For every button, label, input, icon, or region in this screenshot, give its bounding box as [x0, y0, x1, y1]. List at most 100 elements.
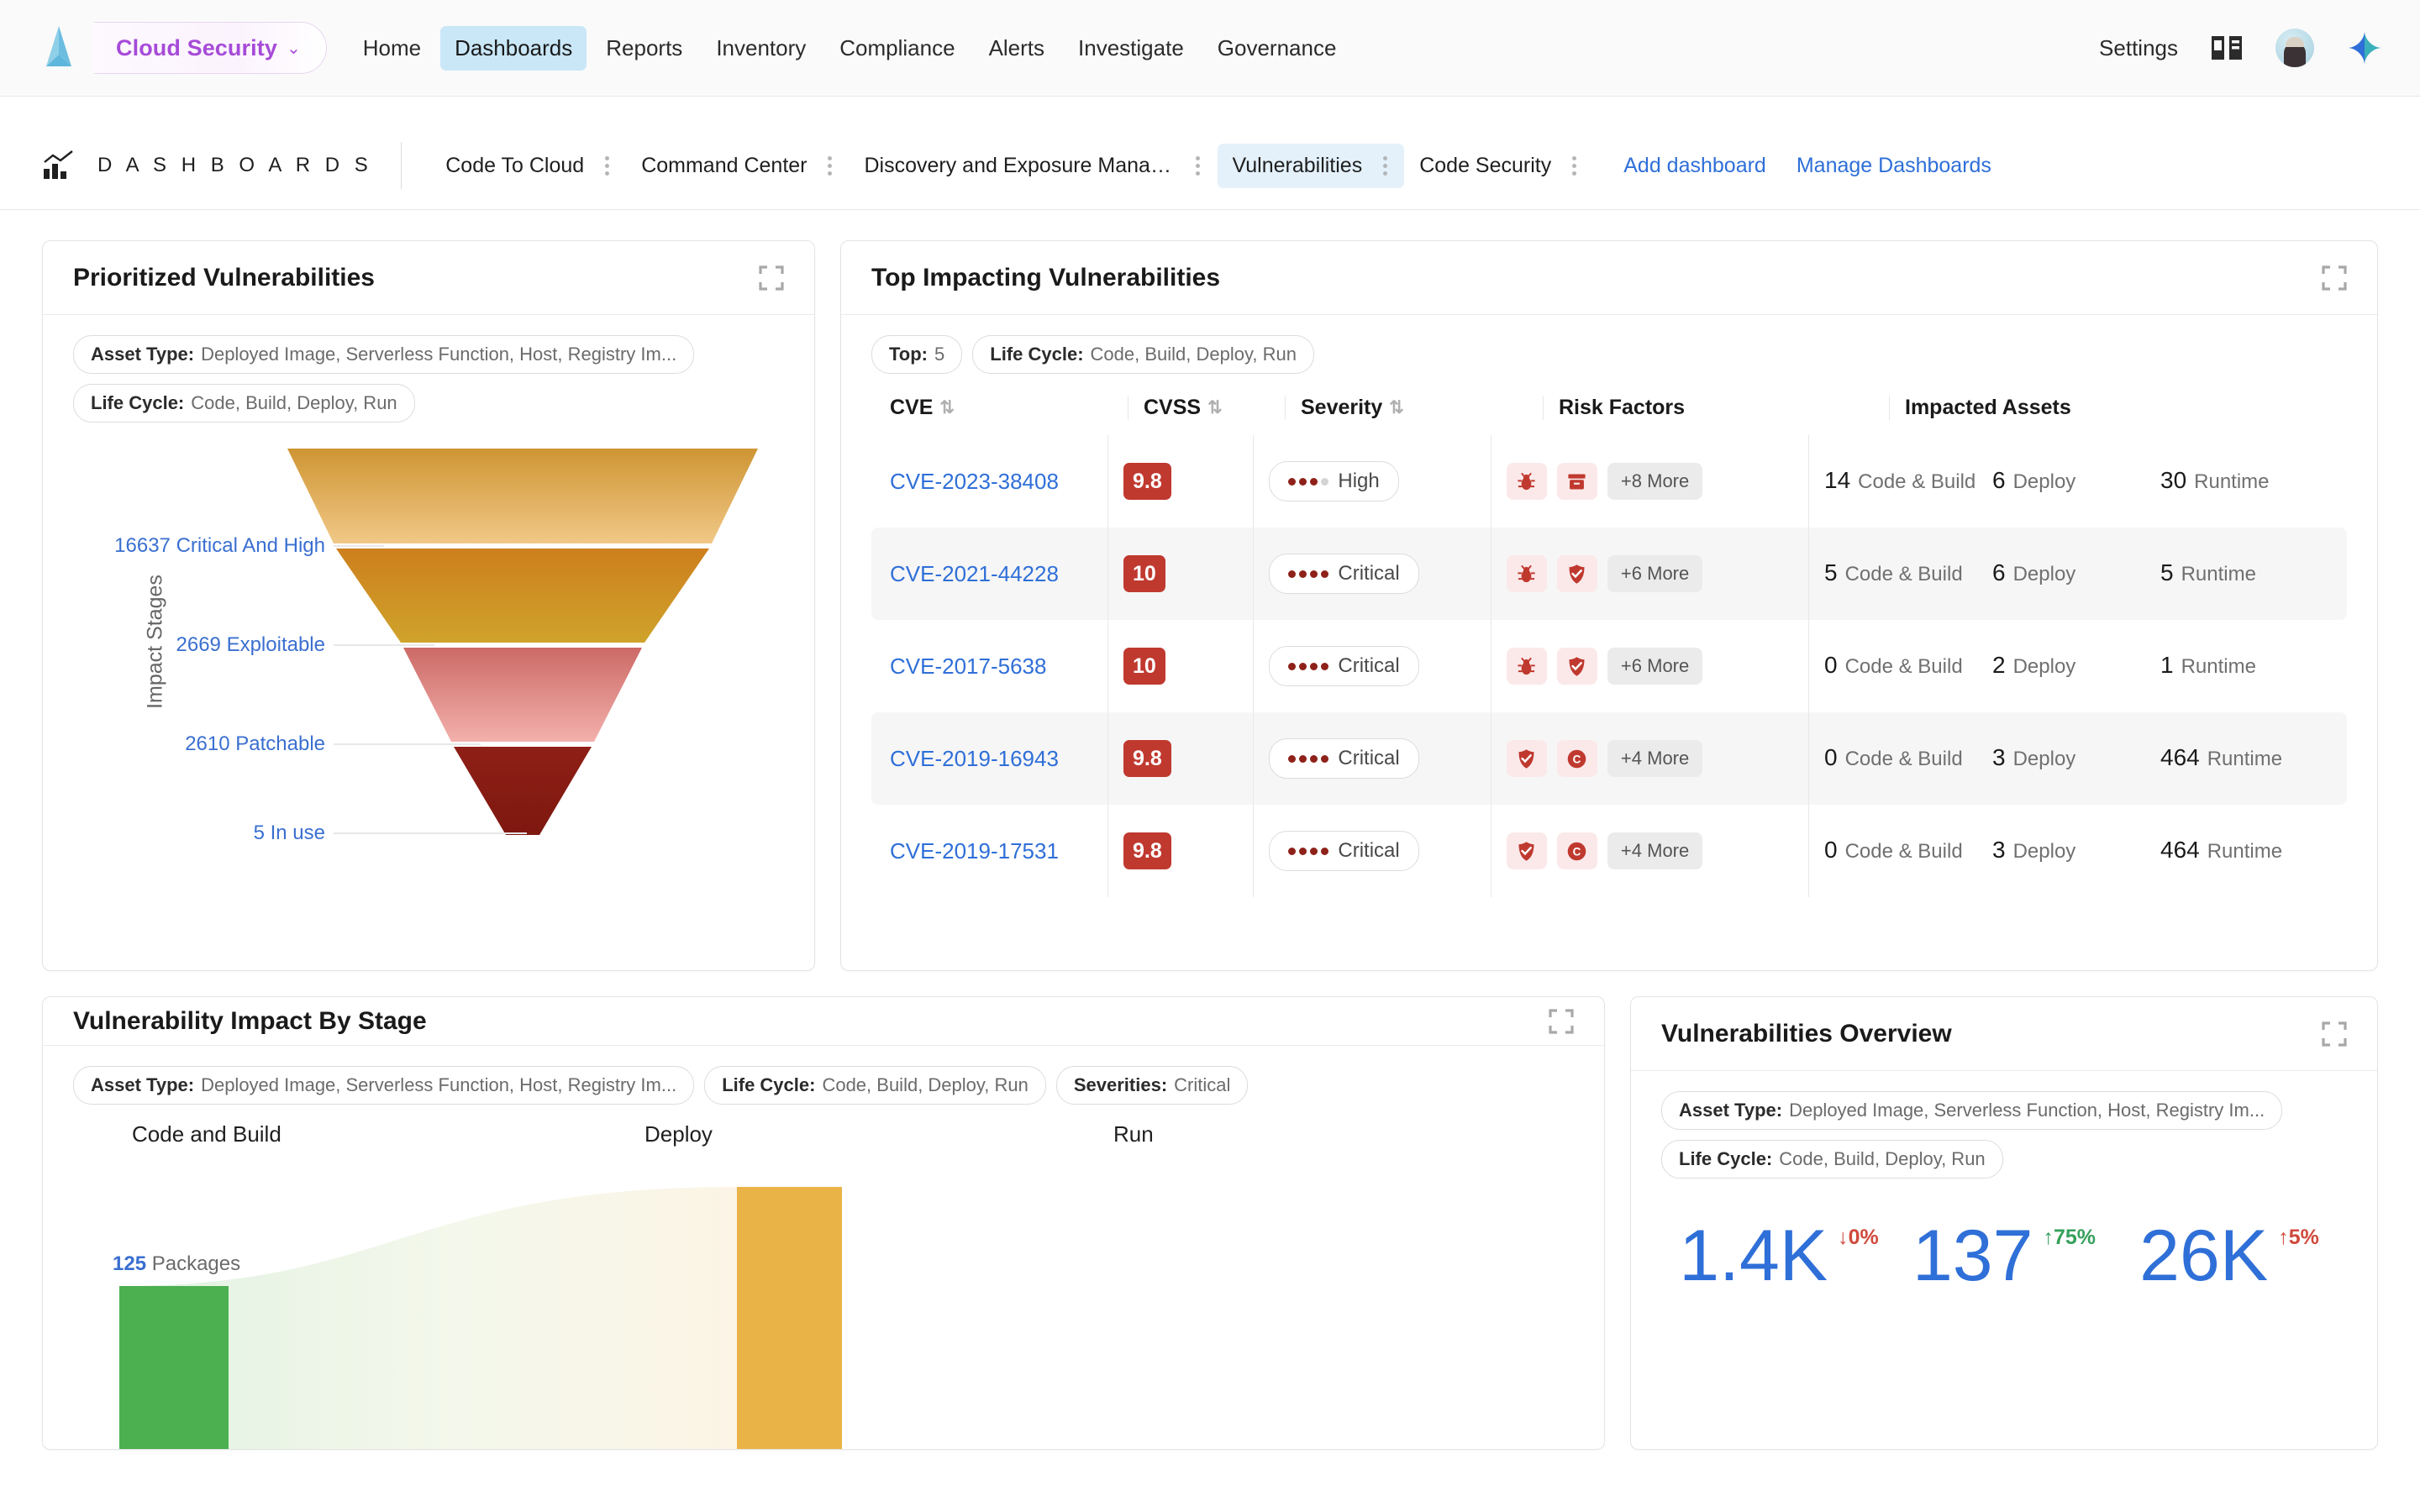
svg-text:C: C — [1573, 753, 1581, 765]
column-header-cvss[interactable]: CVSS ⇅ — [1144, 396, 1270, 420]
more-risk-factors[interactable]: +6 More — [1607, 648, 1702, 685]
package-icon[interactable] — [1557, 463, 1597, 500]
risk-factors: +6 More — [1507, 648, 1793, 685]
nav-item-investigate[interactable]: Investigate — [1064, 26, 1198, 71]
kpi-delta-value: 75% — [2054, 1226, 2096, 1249]
filter-chip-asset-type[interactable]: Asset Type: Deployed Image, Serverless F… — [1661, 1091, 2282, 1130]
c-circle-icon[interactable]: C — [1557, 740, 1597, 777]
table-row[interactable]: CVE-2019-17531 9.8 Critical — [871, 805, 2347, 897]
c-circle-icon[interactable]: C — [1557, 832, 1597, 869]
nav-item-alerts[interactable]: Alerts — [975, 26, 1059, 71]
kpi-critical[interactable]: 1.4K ↓0% — [1666, 1222, 1891, 1291]
kebab-menu-icon[interactable] — [819, 156, 841, 176]
documentation-book-icon[interactable] — [2210, 34, 2244, 62]
user-avatar[interactable] — [2275, 29, 2314, 67]
stage-headers: Code and Build Deploy Run — [73, 1121, 1574, 1160]
severity-badge: High — [1269, 461, 1398, 501]
label: Runtime — [2181, 561, 2256, 588]
add-dashboard-link[interactable]: Add dashboard — [1623, 154, 1766, 178]
funnel-label-in-use: 5 In use — [98, 822, 325, 845]
svg-text:C: C — [1573, 845, 1581, 858]
expand-icon[interactable] — [2322, 1021, 2347, 1047]
filter-chip-life-cycle[interactable]: Life Cycle: Code, Build, Deploy, Run — [972, 335, 1314, 374]
column-header-severity[interactable]: Severity ⇅ — [1301, 396, 1528, 420]
more-risk-factors[interactable]: +4 More — [1607, 832, 1702, 869]
dashboard-tab-label: Discovery and Exposure Managem... — [865, 154, 1176, 178]
filter-chip-life-cycle[interactable]: Life Cycle: Code, Build, Deploy, Run — [1661, 1140, 2003, 1179]
filter-chip-top[interactable]: Top: 5 — [871, 335, 962, 374]
filter-chip-severities[interactable]: Severities: Critical — [1056, 1066, 1249, 1105]
more-risk-factors[interactable]: +4 More — [1607, 740, 1702, 777]
panel-header: Prioritized Vulnerabilities — [43, 241, 814, 315]
nav-item-home[interactable]: Home — [349, 26, 435, 71]
top-navigation-bar: Cloud Security ⌄ Home Dashboards Reports… — [0, 0, 2420, 97]
funnel-chart: Impact Stages — [73, 444, 784, 839]
label: Runtime — [2194, 469, 2269, 496]
bug-icon[interactable] — [1507, 463, 1547, 500]
table-row[interactable]: CVE-2023-38408 9.8 High — [871, 435, 2347, 528]
tenant-selector[interactable]: Cloud Security ⌄ — [94, 22, 327, 74]
column-header-cve[interactable]: CVE ⇅ — [890, 396, 1113, 420]
stage-label-deploy: Deploy — [644, 1121, 713, 1147]
label: Code & Build — [1858, 469, 1975, 496]
value: 1 — [2160, 652, 2174, 679]
nav-item-dashboards[interactable]: Dashboards — [440, 26, 587, 71]
impacted-deploy: 6 Deploy — [1992, 559, 2160, 588]
table-row[interactable]: CVE-2021-44228 10 Critical — [871, 528, 2347, 620]
chip-key: Life Cycle: — [91, 392, 184, 414]
cve-link[interactable]: CVE-2019-16943 — [890, 746, 1059, 771]
funnel-stage-name: Critical And High — [176, 534, 325, 557]
check-shield-icon[interactable] — [1507, 832, 1547, 869]
bug-icon[interactable] — [1507, 648, 1547, 685]
cve-link[interactable]: CVE-2023-38408 — [890, 469, 1059, 494]
dashboard-tab-code-security[interactable]: Code Security — [1404, 144, 1593, 188]
nav-item-governance[interactable]: Governance — [1203, 26, 1351, 71]
cve-link[interactable]: CVE-2017-5638 — [890, 654, 1046, 679]
cve-link[interactable]: CVE-2021-44228 — [890, 561, 1059, 586]
kebab-menu-icon[interactable] — [1187, 156, 1209, 176]
ai-assistant-sparkle-icon[interactable] — [2346, 29, 2383, 66]
kpi-total[interactable]: 26K ↑5% — [2117, 1222, 2342, 1291]
impacted-runtime: 1 Runtime — [2160, 652, 2328, 680]
widget-row-1: Prioritized Vulnerabilities Asset Type: … — [42, 240, 2378, 971]
dashboard-tab-vulnerabilities[interactable]: Vulnerabilities — [1218, 144, 1405, 188]
sort-icon: ⇅ — [939, 397, 953, 418]
cve-link[interactable]: CVE-2019-17531 — [890, 838, 1059, 864]
more-risk-factors[interactable]: +8 More — [1607, 463, 1702, 500]
nav-item-compliance[interactable]: Compliance — [825, 26, 969, 71]
kpi-exploitable[interactable]: 137 ↑75% — [1891, 1222, 2117, 1291]
nav-item-inventory[interactable]: Inventory — [702, 26, 820, 71]
check-shield-icon[interactable] — [1557, 648, 1597, 685]
chip-value: Code, Build, Deploy, Run — [191, 392, 397, 414]
impacted-code-build: 0 Code & Build — [1824, 652, 1992, 680]
settings-link[interactable]: Settings — [2099, 35, 2178, 61]
filter-chip-life-cycle[interactable]: Life Cycle: Code, Build, Deploy, Run — [73, 384, 415, 423]
app-logo[interactable] — [29, 18, 89, 78]
value: 6 — [1992, 467, 2006, 494]
nav-item-reports[interactable]: Reports — [592, 26, 697, 71]
impacted-assets: 5 Code & Build 6 Deploy 5 Runtime — [1824, 559, 2328, 588]
table-row[interactable]: CVE-2017-5638 10 Critical — [871, 620, 2347, 712]
dashboard-tab-code-to-cloud[interactable]: Code To Cloud — [430, 144, 626, 188]
divider — [1253, 435, 1254, 528]
more-risk-factors[interactable]: +6 More — [1607, 555, 1702, 592]
page-title: Vulnerability Impact By Stage — [73, 1007, 427, 1036]
kebab-menu-icon[interactable] — [1563, 156, 1585, 176]
kebab-menu-icon[interactable] — [1374, 156, 1396, 176]
filter-chip-life-cycle[interactable]: Life Cycle: Code, Build, Deploy, Run — [704, 1066, 1046, 1105]
expand-icon[interactable] — [759, 265, 784, 291]
filter-chip-asset-type[interactable]: Asset Type: Deployed Image, Serverless F… — [73, 1066, 694, 1105]
table-row[interactable]: CVE-2019-16943 9.8 Critical — [871, 712, 2347, 805]
expand-icon[interactable] — [2322, 265, 2347, 291]
check-shield-icon[interactable] — [1557, 555, 1597, 592]
expand-icon[interactable] — [1549, 1009, 1574, 1034]
filter-chip-asset-type[interactable]: Asset Type: Deployed Image, Serverless F… — [73, 335, 694, 374]
kebab-menu-icon[interactable] — [596, 156, 618, 176]
divider — [1253, 528, 1254, 620]
impacted-code-build: 5 Code & Build — [1824, 559, 1992, 588]
bug-icon[interactable] — [1507, 555, 1547, 592]
manage-dashboards-link[interactable]: Manage Dashboards — [1797, 154, 1991, 178]
check-shield-icon[interactable] — [1507, 740, 1547, 777]
dashboard-tab-command-center[interactable]: Command Center — [626, 144, 849, 188]
dashboard-tab-discovery-exposure[interactable]: Discovery and Exposure Managem... — [850, 144, 1218, 188]
